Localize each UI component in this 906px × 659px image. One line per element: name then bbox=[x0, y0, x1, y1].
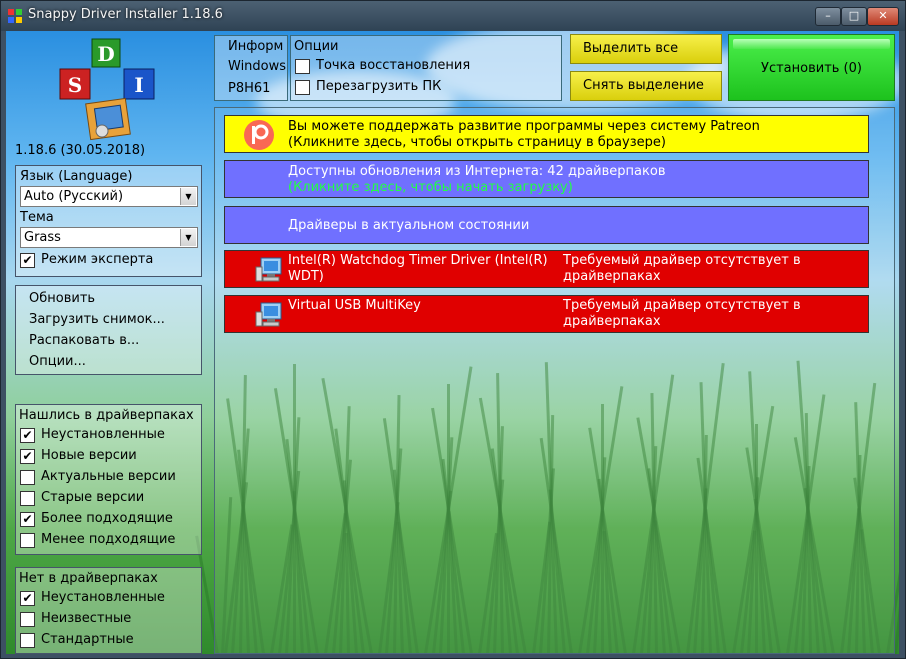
found-filter-checkbox[interactable] bbox=[20, 491, 35, 506]
install-button[interactable]: Установить (0) bbox=[728, 34, 895, 101]
install-button-highlight bbox=[733, 39, 890, 49]
driver-row[interactable]: Intel(R) Watchdog Timer Driver (Intel(R)… bbox=[224, 250, 869, 288]
app-icon bbox=[8, 9, 22, 23]
maximize-button[interactable]: □ bbox=[841, 7, 867, 26]
found-filter-checkbox[interactable]: ✔ bbox=[20, 428, 35, 443]
driver-status: Требуемый драйвер отсутствует в bbox=[563, 253, 801, 268]
version-label: 1.18.6 (30.05.2018) bbox=[15, 143, 146, 158]
restore-point-label: Точка восстановления bbox=[316, 58, 471, 73]
found-filter-label: Более подходящие bbox=[41, 511, 173, 526]
notfound-filter-label: Неустановленные bbox=[41, 590, 165, 605]
driver-name-cont: WDT) bbox=[288, 269, 324, 284]
notfound-filter-checkbox[interactable]: ✔ bbox=[20, 591, 35, 606]
minimize-button[interactable]: – bbox=[815, 7, 841, 26]
found-filter-checkbox[interactable]: ✔ bbox=[20, 512, 35, 527]
reboot-label: Перезагрузить ПК bbox=[316, 79, 442, 94]
system-info-panel[interactable]: Информ Windows P8H61 bbox=[214, 35, 288, 101]
found-filter-checkbox[interactable]: ✔ bbox=[20, 449, 35, 464]
found-filter-checkbox[interactable] bbox=[20, 533, 35, 548]
found-filter-label: Неустановленные bbox=[41, 427, 165, 442]
driver-name: Virtual USB MultiKey bbox=[288, 298, 421, 313]
notfound-filter-label: Стандартные bbox=[41, 632, 134, 647]
language-value: Auto (Русский) bbox=[24, 189, 124, 204]
language-select[interactable]: Auto (Русский) ▼ bbox=[20, 186, 198, 207]
refresh-action[interactable]: Обновить bbox=[29, 291, 95, 306]
found-filter-label: Новые версии bbox=[41, 448, 137, 463]
title-bar[interactable]: Snappy Driver Installer 1.18.6 – □ ✕ bbox=[1, 1, 905, 31]
options-action[interactable]: Опции... bbox=[29, 354, 86, 369]
info-line: P8H61 bbox=[228, 81, 271, 96]
found-filter-label: Старые версии bbox=[41, 490, 145, 505]
close-button[interactable]: ✕ bbox=[867, 7, 899, 26]
logo-letter-i: I bbox=[134, 73, 143, 97]
chevron-down-icon: ▼ bbox=[180, 229, 196, 246]
found-filter-label: Менее подходящие bbox=[41, 532, 176, 547]
left-panel: D S I 1.18.6 (30.05.2018) Язык (Language… bbox=[6, 31, 211, 654]
chevron-down-icon: ▼ bbox=[180, 188, 196, 205]
found-filter-box: Нашлись в драйверпаках ✔ Неустановленные ✔… bbox=[15, 404, 202, 555]
theme-select[interactable]: Grass ▼ bbox=[20, 227, 198, 248]
settings-box: Язык (Language) Auto (Русский) ▼ Тема Gr… bbox=[15, 165, 202, 277]
logo-letter-s: S bbox=[68, 73, 82, 97]
patreon-icon bbox=[244, 120, 274, 150]
language-label: Язык (Language) bbox=[20, 169, 133, 184]
patreon-text: Вы можете поддержать развитие программы … bbox=[288, 119, 760, 134]
restore-point-checkbox[interactable] bbox=[295, 59, 310, 74]
sdi-logo: D S I bbox=[59, 38, 155, 141]
computer-icon bbox=[255, 257, 282, 282]
driver-status-cont: драйверпаках bbox=[563, 269, 661, 284]
install-button-label: Установить (0) bbox=[761, 61, 862, 76]
window-title: Snappy Driver Installer 1.18.6 bbox=[28, 7, 223, 22]
updates-hint: (Кликните здесь, чтобы начать загрузку) bbox=[288, 180, 573, 195]
logo-letter-d: D bbox=[97, 42, 114, 66]
notfound-group-title: Нет в драйверпаках bbox=[19, 571, 158, 586]
driver-name: Intel(R) Watchdog Timer Driver (Intel(R) bbox=[288, 253, 548, 268]
expert-mode-checkbox[interactable]: ✔ bbox=[20, 253, 35, 268]
theme-value: Grass bbox=[24, 230, 61, 245]
options-title: Опции bbox=[294, 39, 339, 54]
load-snapshot-action[interactable]: Загрузить снимок... bbox=[29, 312, 165, 327]
driver-status: Требуемый драйвер отсутствует в bbox=[563, 298, 801, 313]
uptodate-text: Драйверы в актуальном состоянии bbox=[288, 218, 530, 233]
actions-box: Обновить Загрузить снимок... Распаковать… bbox=[15, 285, 202, 375]
info-line: Информ bbox=[228, 39, 284, 54]
deselect-button[interactable]: Снять выделение bbox=[570, 71, 722, 101]
patreon-hint: (Кликните здесь, чтобы открыть страницу … bbox=[288, 135, 666, 150]
driver-row[interactable]: Virtual USB MultiKey Требуемый драйвер о… bbox=[224, 295, 869, 333]
found-filter-label: Актуальные версии bbox=[41, 469, 176, 484]
updates-text: Доступны обновления из Интернета: 42 дра… bbox=[288, 164, 666, 179]
notfound-filter-label: Неизвестные bbox=[41, 611, 132, 626]
client-area: D S I 1.18.6 (30.05.2018) Язык (Language… bbox=[6, 31, 899, 654]
uptodate-row[interactable]: Драйверы в актуальном состоянии bbox=[224, 206, 869, 244]
reboot-checkbox[interactable] bbox=[295, 80, 310, 95]
expert-mode-label: Режим эксперта bbox=[41, 252, 154, 267]
notfound-filter-box: Нет в драйверпаках ✔ Неустановленные Неизв… bbox=[15, 567, 202, 654]
extract-to-action[interactable]: Распаковать в... bbox=[29, 333, 139, 348]
notfound-filter-checkbox[interactable] bbox=[20, 612, 35, 627]
info-line: Windows bbox=[228, 59, 287, 74]
driver-status-cont: драйверпаках bbox=[563, 314, 661, 329]
theme-label: Тема bbox=[20, 210, 54, 225]
notfound-filter-checkbox[interactable] bbox=[20, 633, 35, 648]
app-window: Snappy Driver Installer 1.18.6 – □ ✕ D S… bbox=[0, 0, 906, 659]
options-panel: Опции Точка восстановления Перезагрузить… bbox=[290, 35, 562, 101]
computer-icon bbox=[255, 302, 282, 327]
patreon-row[interactable]: Вы можете поддержать развитие программы … bbox=[224, 115, 869, 153]
found-group-title: Нашлись в драйверпаках bbox=[19, 408, 194, 423]
found-filter-checkbox[interactable] bbox=[20, 470, 35, 485]
updates-row[interactable]: Доступны обновления из Интернета: 42 дра… bbox=[224, 160, 869, 198]
select-all-button[interactable]: Выделить все bbox=[570, 34, 722, 64]
